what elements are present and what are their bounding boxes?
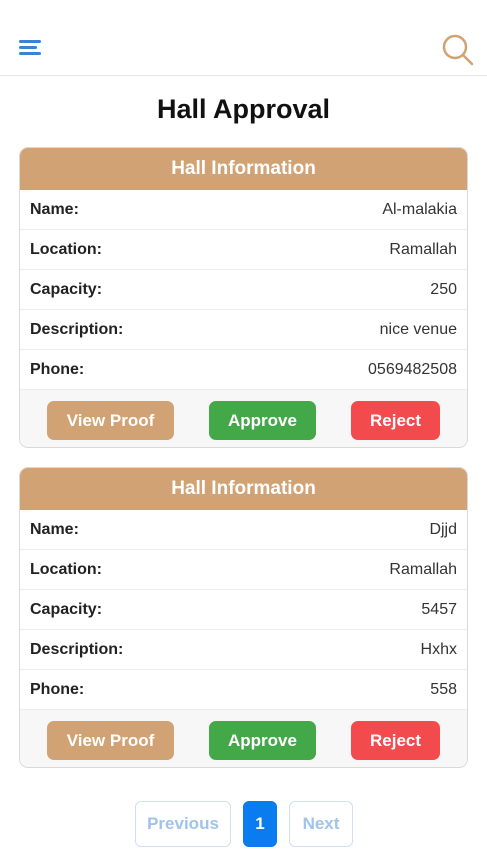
field-value: 0569482508 bbox=[368, 360, 457, 378]
field-value: Hxhx bbox=[420, 640, 457, 658]
hall-card: Hall Information Name: Djjd Location: Ra… bbox=[19, 467, 468, 768]
card-header: Hall Information bbox=[20, 468, 467, 510]
field-label: Description: bbox=[30, 640, 124, 658]
field-label: Phone: bbox=[30, 680, 85, 698]
field-capacity: Capacity: 5457 bbox=[20, 590, 467, 630]
page-title: Hall Approval bbox=[156, 94, 331, 124]
field-label: Description: bbox=[30, 320, 124, 338]
field-value: 5457 bbox=[421, 600, 457, 618]
field-phone: Phone: 0569482508 bbox=[20, 350, 467, 390]
field-value: 558 bbox=[430, 680, 457, 698]
field-location: Location: Ramallah bbox=[20, 230, 467, 270]
field-label: Name: bbox=[30, 520, 79, 538]
field-value: Ramallah bbox=[389, 240, 457, 258]
field-label: Location: bbox=[30, 560, 102, 578]
pagination: Previous 1 Next bbox=[0, 801, 487, 847]
reject-button[interactable]: Reject bbox=[351, 401, 440, 440]
card-actions: View Proof Approve Reject bbox=[20, 390, 467, 447]
field-label: Phone: bbox=[30, 360, 85, 378]
field-label: Capacity: bbox=[30, 600, 103, 618]
field-label: Capacity: bbox=[30, 280, 103, 298]
field-description: Description: Hxhx bbox=[20, 630, 467, 670]
field-capacity: Capacity: 250 bbox=[20, 270, 467, 310]
field-label: Name: bbox=[30, 200, 79, 218]
hamburger-menu-icon[interactable] bbox=[19, 40, 41, 58]
field-description: Description: nice venue bbox=[20, 310, 467, 350]
field-name: Name: Djjd bbox=[20, 510, 467, 550]
reject-button[interactable]: Reject bbox=[351, 721, 440, 760]
previous-page-button[interactable]: Previous bbox=[135, 801, 231, 847]
field-value: 250 bbox=[430, 280, 457, 298]
search-icon[interactable] bbox=[441, 33, 475, 67]
field-value: Ramallah bbox=[389, 560, 457, 578]
hall-card: Hall Information Name: Al-malakia Locati… bbox=[19, 147, 468, 448]
field-phone: Phone: 558 bbox=[20, 670, 467, 710]
top-bar bbox=[0, 0, 487, 76]
card-actions: View Proof Approve Reject bbox=[20, 710, 467, 767]
view-proof-button[interactable]: View Proof bbox=[47, 401, 174, 440]
field-value: nice venue bbox=[379, 320, 457, 338]
field-label: Location: bbox=[30, 240, 102, 258]
approve-button[interactable]: Approve bbox=[209, 401, 316, 440]
field-name: Name: Al-malakia bbox=[20, 190, 467, 230]
page-number-button[interactable]: 1 bbox=[243, 801, 277, 847]
field-value: Djjd bbox=[429, 520, 457, 538]
field-location: Location: Ramallah bbox=[20, 550, 467, 590]
next-page-button[interactable]: Next bbox=[289, 801, 353, 847]
card-header: Hall Information bbox=[20, 148, 467, 190]
approve-button[interactable]: Approve bbox=[209, 721, 316, 760]
view-proof-button[interactable]: View Proof bbox=[47, 721, 174, 760]
field-value: Al-malakia bbox=[382, 200, 457, 218]
